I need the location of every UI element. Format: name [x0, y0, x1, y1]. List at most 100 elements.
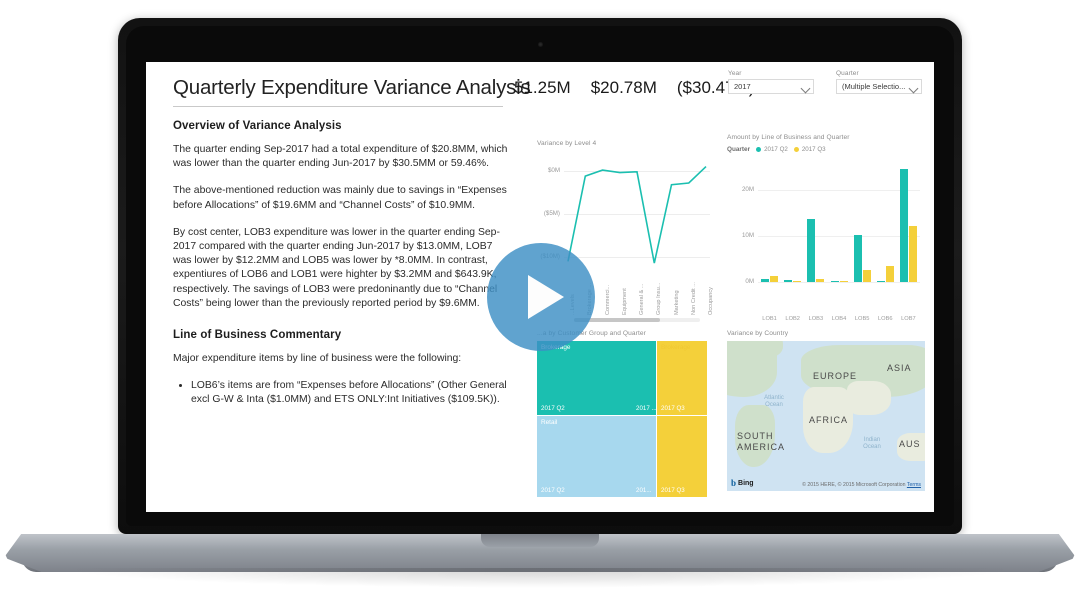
slicer-year-label: Year — [728, 70, 742, 77]
slicer-quarter: Quarter (Multiple Selectio... — [836, 70, 922, 94]
x-axis-tick-label: LOB1 — [762, 316, 777, 322]
map-label-europe: EUROPE — [813, 371, 858, 381]
bar[interactable] — [770, 276, 779, 282]
landmass-scandinavia — [815, 347, 845, 369]
legend-item-q3[interactable]: 2017 Q3 — [793, 146, 826, 153]
landmass-greenland — [751, 341, 783, 357]
x-axis-tick-label: Occupancy — [708, 287, 714, 315]
slicer-year-dropdown[interactable]: 2017 — [728, 79, 814, 94]
bar-group[interactable] — [830, 280, 848, 282]
treemap-cell-quarter: 2017 Q3 — [661, 405, 685, 412]
page-title: Quarterly Expenditure Variance Analysis — [173, 76, 531, 99]
chevron-down-icon — [800, 83, 811, 94]
legend-label: 2017 Q3 — [801, 146, 826, 153]
bar[interactable] — [761, 279, 770, 282]
bar[interactable] — [830, 280, 839, 282]
treemap-cell[interactable]: 2017 Q3 — [657, 416, 707, 497]
map-label-africa: AFRICA — [809, 415, 849, 425]
treemap-cell[interactable]: 201... — [632, 416, 656, 497]
bar[interactable] — [816, 279, 825, 282]
bar-group[interactable] — [899, 169, 917, 282]
gridline — [758, 235, 920, 237]
chart-variance-by-country[interactable]: Variance by Country EUROPE ASIA AFRICA S… — [724, 330, 928, 506]
commentary-paragraph-1: The quarter ending Sep-2017 had a total … — [173, 144, 508, 170]
bar[interactable] — [839, 280, 848, 282]
slicer-year-value: 2017 — [734, 82, 751, 91]
legend-label: 2017 Q2 — [764, 146, 788, 153]
treemap-cell[interactable]: 2017 ... — [632, 341, 656, 415]
bar-chart-plot-area: 0M 10M 20M LOB1 LOB2 LOB3 LOB4 LOB5 LOB6 LOB7 — [742, 162, 920, 322]
gridline — [758, 189, 920, 191]
bar[interactable] — [784, 279, 793, 282]
treemap-cell[interactable]: Brokerage 2017 Q3 — [657, 341, 707, 415]
map-attribution-text: © 2015 HERE, © 2015 Microsoft Corporatio… — [802, 482, 906, 488]
chevron-down-icon — [908, 83, 919, 94]
bing-logo[interactable]: b Bing — [731, 479, 754, 488]
treemap-cell[interactable]: Retail 2017 Q2 — [537, 416, 632, 497]
treemap-cell-quarter: 2017 Q2 — [541, 405, 565, 412]
bar-group[interactable] — [784, 279, 802, 282]
list-item: LOB6’s items are from “Expenses before A… — [191, 379, 509, 407]
bar-group[interactable] — [876, 265, 894, 282]
bar[interactable] — [899, 169, 908, 282]
bar[interactable] — [908, 225, 917, 282]
bar-group[interactable] — [761, 276, 779, 282]
bar[interactable] — [862, 270, 871, 282]
x-axis-tick-label: LOB4 — [831, 316, 847, 322]
webcam-icon — [538, 42, 543, 47]
legend-item-q2[interactable]: 2017 Q2 — [756, 146, 788, 153]
x-axis-tick-label: LOB3 — [808, 316, 824, 322]
play-triangle-icon — [527, 275, 564, 319]
play-button[interactable] — [487, 243, 595, 351]
slicer-quarter-dropdown[interactable]: (Multiple Selectio... — [836, 79, 922, 94]
x-axis-tick-label: LOB5 — [854, 316, 870, 322]
map-terms-link[interactable]: Terms — [907, 482, 921, 488]
treemap-cell-label: Retail — [541, 419, 558, 426]
map-label-asia: ASIA — [887, 363, 912, 373]
commentary-intro: Major expenditure items by line of busin… — [173, 353, 462, 365]
chart-horizontal-scrollbar[interactable] — [574, 318, 700, 322]
laptop-shadow — [58, 568, 1022, 588]
chart-legend: Quarter 2017 Q2 2017 Q3 — [727, 146, 826, 153]
slicer-year: Year 2017 — [728, 70, 814, 94]
treemap-cell[interactable]: Brokerage 2017 Q2 — [537, 341, 632, 415]
kpi-group: 51.25M $20.78M ($30.47M) — [514, 78, 754, 98]
map-label-south-america: SOUTH AMERICA — [737, 431, 786, 452]
x-axis-tick-label: LOB2 — [785, 316, 800, 322]
x-axis-tick-label: Marketing — [673, 290, 680, 315]
slicer-quarter-value: (Multiple Selectio... — [842, 82, 906, 91]
screenshot-stage: Quarterly Expenditure Variance Analysis … — [0, 0, 1080, 612]
y-axis-tick-label: 0M — [745, 278, 754, 285]
bar-group[interactable] — [853, 234, 871, 282]
map-canvas[interactable]: EUROPE ASIA AFRICA SOUTH AMERICA AUS Atl… — [727, 341, 925, 491]
bar[interactable] — [793, 280, 802, 282]
bar-group[interactable] — [807, 219, 825, 282]
x-axis-tick-label: LOB6 — [878, 316, 893, 322]
landmass-arabia-india — [847, 381, 891, 415]
x-axis-tick-label: Group Insu... — [656, 282, 663, 315]
gridline — [758, 282, 920, 283]
bar[interactable] — [885, 265, 894, 282]
chart-title: Variance by Country — [727, 330, 789, 337]
line-series — [567, 166, 707, 264]
commentary-paragraph-3: By cost center, LOB3 expenditure was low… — [173, 226, 500, 309]
treemap-cell-quarter: 201... — [636, 487, 652, 494]
chart-amount-by-lob-and-quarter[interactable]: Amount by Line of Business and Quarter Q… — [724, 134, 928, 324]
bar[interactable] — [876, 280, 885, 282]
line-chart-plot-area: $0M($5M)($10M) — [540, 158, 710, 270]
commentary-bullet-list: LOB6’s items are from “Expenses before A… — [173, 379, 509, 407]
y-axis-tick-label: $0M — [547, 166, 560, 174]
bing-wordmark: Bing — [738, 480, 754, 487]
treemap-area: Brokerage 2017 Q2 2017 ... Brokerage 201… — [537, 341, 707, 497]
commentary-paragraph-2: The above-mentioned reduction was mainly… — [173, 185, 507, 211]
x-axis-tick-label: Non Credit ... — [690, 282, 697, 315]
commentary-heading-overview: Overview of Variance Analysis — [173, 120, 342, 132]
chart-amount-by-customer-group[interactable]: ...a by Customer Group and Quarter Broke… — [534, 330, 714, 506]
bar[interactable] — [807, 219, 816, 282]
x-axis-tick-label: General & ... — [639, 283, 645, 315]
bing-b-icon: b — [731, 478, 737, 488]
y-axis-tick-label: ($5M) — [543, 210, 560, 217]
bar[interactable] — [853, 234, 862, 282]
laptop-base-notch — [481, 534, 599, 547]
treemap-cell-quarter: 2017 ... — [636, 405, 656, 412]
